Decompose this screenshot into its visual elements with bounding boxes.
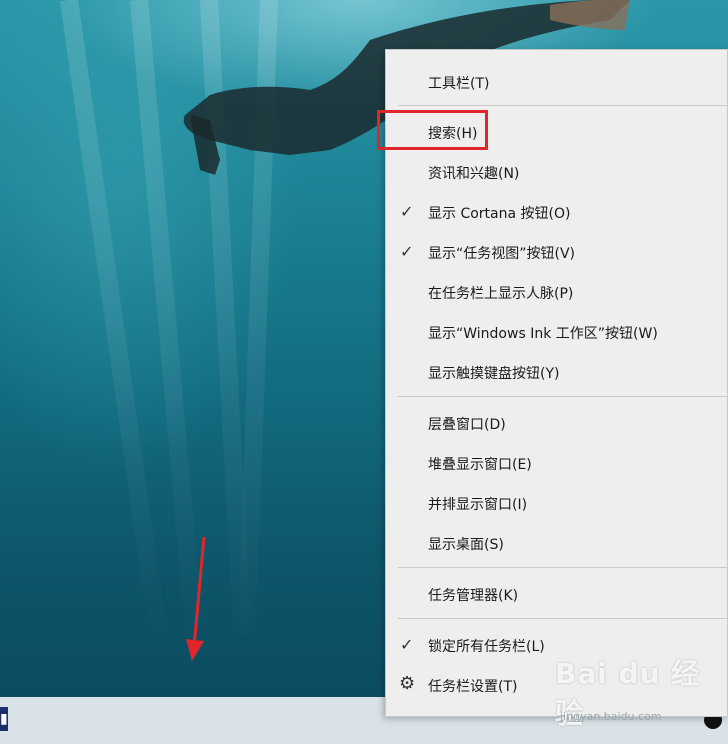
menu-item-label: 显示触摸键盘按钮(Y) [428,366,560,382]
menu-item-label: 堆叠显示窗口(E) [428,457,532,473]
menu-item-label: 锁定所有任务栏(L) [428,639,545,655]
menu-item-label: 显示桌面(S) [428,537,504,553]
menu-item-label: 资讯和兴趣(N) [428,166,520,182]
menu-item-label: 任务管理器(K) [428,588,519,604]
baidu-jingyan-watermark: Bai du 经验 jingyan.baidu.com [555,652,728,732]
menu-item-show-desktop[interactable]: 显示桌面(S) [386,525,727,561]
checkmark-icon: ✓ [400,242,414,261]
menu-item-label: 并排显示窗口(I) [428,497,528,513]
taskbar-app-icon[interactable]: ▮ [0,707,8,731]
menu-separator [398,567,728,568]
menu-item-news-and-interests[interactable]: 资讯和兴趣(N) [386,154,727,190]
menu-item-show-windows-stacked[interactable]: 堆叠显示窗口(E) [386,445,727,481]
menu-item-show-task-view-button[interactable]: ✓ 显示“任务视图”按钮(V) [386,234,727,270]
menu-item-label: 层叠窗口(D) [428,417,506,433]
checkmark-icon: ✓ [400,202,414,221]
menu-item-show-touch-keyboard-button[interactable]: 显示触摸键盘按钮(Y) [386,354,727,390]
menu-item-show-cortana-button[interactable]: ✓ 显示 Cortana 按钮(O) [386,194,727,230]
checkmark-icon: ✓ [400,635,414,654]
menu-item-show-windows-side-by-side[interactable]: 并排显示窗口(I) [386,485,727,521]
menu-item-show-windows-ink-button[interactable]: 显示“Windows Ink 工作区”按钮(W) [386,314,727,350]
search-highlight-box [377,110,488,150]
menu-item-show-people[interactable]: 在任务栏上显示人脉(P) [386,274,727,310]
menu-separator [398,105,728,106]
menu-item-label: 任务栏设置(T) [428,679,518,695]
menu-item-label: 在任务栏上显示人脉(P) [428,286,574,302]
menu-separator [398,396,728,397]
menu-item-toolbars[interactable]: 工具栏(T) [386,64,727,100]
gear-icon: ⚙ [399,673,416,694]
menu-item-task-manager[interactable]: 任务管理器(K) [386,576,727,612]
watermark-url: jingyan.baidu.com [560,710,662,723]
red-arrow-annotation [186,536,206,661]
menu-item-label: 显示“任务视图”按钮(V) [428,246,576,262]
menu-item-label: 工具栏(T) [428,76,490,92]
menu-item-label: 显示“Windows Ink 工作区”按钮(W) [428,326,658,342]
menu-separator [398,618,728,619]
menu-item-label: 显示 Cortana 按钮(O) [428,206,571,222]
menu-item-cascade-windows[interactable]: 层叠窗口(D) [386,405,727,441]
